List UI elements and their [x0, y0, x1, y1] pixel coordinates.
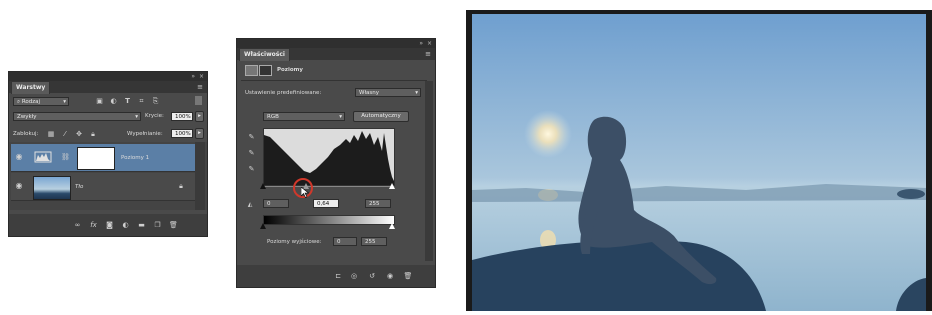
output-label: Poziomy wyjściowe: — [267, 239, 322, 245]
gray-point-eyedropper-icon[interactable]: ✎ — [247, 149, 256, 157]
input-slider-track — [263, 186, 393, 187]
divider — [241, 80, 427, 81]
eye-icon[interactable]: ◉ — [14, 182, 24, 190]
visibility-preview-icon[interactable]: ◎ — [349, 272, 359, 280]
filter-label: Rodzaj — [21, 99, 41, 105]
collapse-icon[interactable]: » — [191, 72, 195, 81]
photo — [466, 10, 932, 311]
opacity-label: Krycie: — [145, 113, 164, 119]
properties-footer: ⊏ ◎ ↺ ◉ 🗑︎ — [237, 265, 435, 287]
new-layer-icon[interactable]: ❐ — [153, 221, 162, 229]
fill-arrow-button[interactable]: ▸ — [195, 128, 204, 139]
panel-top-bar: » × — [237, 39, 435, 48]
collapse-icon[interactable]: » — [419, 39, 423, 48]
filter-toggle-icon[interactable] — [195, 96, 202, 105]
layer-name[interactable]: Tło — [75, 183, 83, 191]
reset-icon[interactable]: ↺ — [367, 272, 377, 280]
fx-icon[interactable]: fx — [89, 221, 98, 229]
sun — [524, 110, 572, 158]
output-white-field[interactable]: 255 — [361, 237, 387, 246]
layer-filter-select[interactable]: ⌕ Rodzaj ▾ — [13, 97, 69, 106]
input-black-field[interactable]: 0 — [263, 199, 289, 208]
group-icon[interactable]: ▬ — [137, 221, 146, 229]
close-icon[interactable]: × — [427, 39, 432, 48]
layer-name[interactable]: Poziomy 1 — [121, 154, 149, 162]
opacity-field[interactable]: 100% — [171, 112, 193, 121]
preset-value: Własny — [359, 90, 379, 96]
histogram — [263, 128, 395, 186]
filter-smart-icon[interactable]: ⎘ — [151, 97, 160, 105]
adjustment-icon[interactable]: ◐ — [121, 221, 130, 229]
close-icon[interactable]: × — [199, 72, 204, 81]
lock-move-icon[interactable]: ✥ — [75, 130, 83, 138]
panel-menu-icon[interactable]: ≡ — [196, 83, 204, 91]
properties-scrollbar[interactable] — [425, 81, 433, 261]
filter-pixel-icon[interactable]: ▣ — [95, 97, 104, 105]
link-icon[interactable]: ∞ — [73, 221, 82, 229]
chevron-down-icon: ▾ — [415, 90, 418, 96]
chain-icon[interactable]: ⛓︎ — [61, 153, 70, 161]
output-white-handle[interactable] — [389, 223, 395, 229]
channel-value: RGB — [267, 114, 279, 120]
levels-adjustment-icon[interactable] — [245, 65, 258, 76]
opacity-arrow-button[interactable]: ▸ — [195, 111, 204, 122]
lock-icon: 🔒︎ — [179, 182, 183, 190]
filter-adjustment-icon[interactable]: ◐ — [109, 97, 118, 105]
chevron-down-icon: ▾ — [339, 114, 342, 120]
input-gamma-field[interactable]: 0,64 — [313, 199, 339, 208]
panel-top-bar: » × — [9, 72, 207, 81]
mask-icon[interactable]: ◙ — [105, 221, 114, 229]
layer-row-poziomy[interactable]: ◉ ⛓︎ Poziomy 1 — [11, 144, 195, 172]
channel-select[interactable]: RGB ▾ — [263, 112, 345, 121]
lock-brush-icon[interactable]: ⁄ — [61, 130, 69, 138]
output-black-field[interactable]: 0 — [333, 237, 357, 246]
tab-layers[interactable]: Warstwy — [11, 81, 51, 94]
input-black-handle[interactable] — [260, 183, 266, 189]
background-thumbnail[interactable] — [33, 176, 71, 200]
blend-mode-label: Zwykły — [17, 114, 37, 120]
black-point-eyedropper-icon[interactable]: ✎ — [247, 133, 256, 141]
mask-icon[interactable] — [259, 65, 272, 76]
chevron-down-icon: ▾ — [63, 99, 66, 105]
layer-list: ◉ ⛓︎ Poziomy 1 ◉ Tło 🔒︎ — [9, 142, 207, 210]
filter-type-icon[interactable]: T — [123, 97, 132, 105]
cursor-pointer-icon — [300, 183, 310, 202]
clip-icon[interactable]: ⊏ — [333, 272, 343, 280]
chevron-down-icon: ▾ — [135, 114, 138, 120]
panel-menu-icon[interactable]: ≡ — [424, 50, 432, 58]
eye-icon[interactable]: ◉ — [385, 272, 395, 280]
adjustment-layer-icon — [33, 149, 55, 165]
properties-header: Poziomy — [277, 67, 303, 73]
fill-label: Wypełnianie: — [127, 131, 163, 137]
layers-footer: ∞ fx ◙ ◐ ▬ ❐ 🗑︎ — [9, 214, 207, 236]
tab-properties[interactable]: Właściwości — [239, 48, 290, 61]
input-white-handle[interactable] — [389, 183, 395, 189]
trash-icon[interactable]: 🗑︎ — [403, 272, 413, 280]
layer-mask-thumbnail[interactable] — [77, 147, 115, 170]
output-black-handle[interactable] — [260, 223, 266, 229]
preset-select[interactable]: Własny ▾ — [355, 88, 421, 97]
lock-transparency-icon[interactable]: ▦ — [47, 130, 55, 138]
input-white-field[interactable]: 255 — [365, 199, 391, 208]
histogram-curve — [264, 131, 394, 185]
trash-icon[interactable]: 🗑︎ — [169, 221, 178, 229]
fill-field[interactable]: 100% — [171, 129, 193, 138]
output-gradient — [263, 215, 395, 225]
properties-panel: » × Właściwości ≡ Poziomy Ustawienie pre… — [236, 38, 436, 288]
auto-button[interactable]: Automatyczny — [353, 111, 409, 122]
lock-label: Zablokuj: — [13, 131, 39, 137]
clip-warning-icon[interactable]: ◭ — [243, 201, 257, 209]
lock-all-icon[interactable]: 🔒︎ — [89, 130, 97, 138]
preset-label: Ustawienie predefiniowane: — [245, 90, 322, 96]
filter-shape-icon[interactable]: ⌗ — [137, 97, 146, 105]
layer-row-tlo[interactable]: ◉ Tło 🔒︎ — [11, 173, 195, 201]
eye-icon[interactable]: ◉ — [14, 153, 24, 161]
layers-scrollbar[interactable] — [195, 142, 205, 210]
white-point-eyedropper-icon[interactable]: ✎ — [247, 165, 256, 173]
blend-mode-select[interactable]: Zwykły ▾ — [13, 112, 141, 121]
layers-panel: » × Warstwy ≡ ⌕ Rodzaj ▾ ▣ ◐ T ⌗ ⎘ Zwykł… — [8, 71, 208, 237]
